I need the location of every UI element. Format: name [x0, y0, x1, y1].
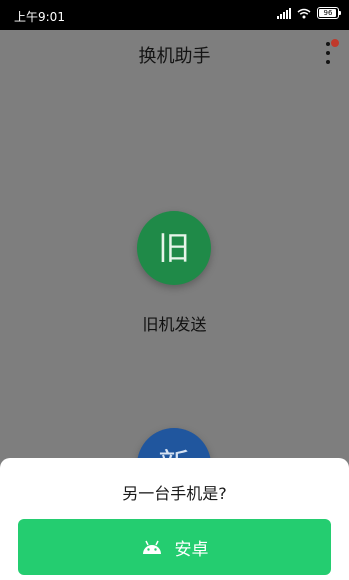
old-phone-glyph: 旧: [157, 229, 190, 267]
status-bar: 上午9:01 96: [0, 0, 349, 30]
app-bar: 换机助手: [0, 30, 349, 78]
status-icons: 96: [277, 7, 341, 19]
status-time: 上午9:01: [14, 10, 65, 24]
battery-percent: 96: [323, 9, 333, 17]
android-icon: [142, 540, 161, 554]
page-title: 换机助手: [138, 46, 211, 67]
signal-icon: [277, 7, 291, 19]
more-vertical-icon-dot: [326, 51, 330, 55]
more-vertical-icon-dot: [326, 60, 330, 64]
sheet-title: 另一台手机是?: [122, 484, 227, 503]
more-vertical-icon: [326, 42, 330, 46]
android-button-label: 安卓: [174, 539, 209, 560]
more-menu-button[interactable]: [319, 39, 339, 66]
old-phone-send-button[interactable]: 旧: [137, 211, 211, 285]
android-button[interactable]: 安卓: [18, 519, 331, 575]
bottom-sheet: 另一台手机是? 安卓: [0, 458, 349, 580]
notification-dot: [331, 39, 339, 47]
wifi-icon: [297, 8, 311, 18]
old-phone-send-label: 旧机发送: [142, 315, 207, 334]
battery-icon: 96: [317, 7, 341, 19]
